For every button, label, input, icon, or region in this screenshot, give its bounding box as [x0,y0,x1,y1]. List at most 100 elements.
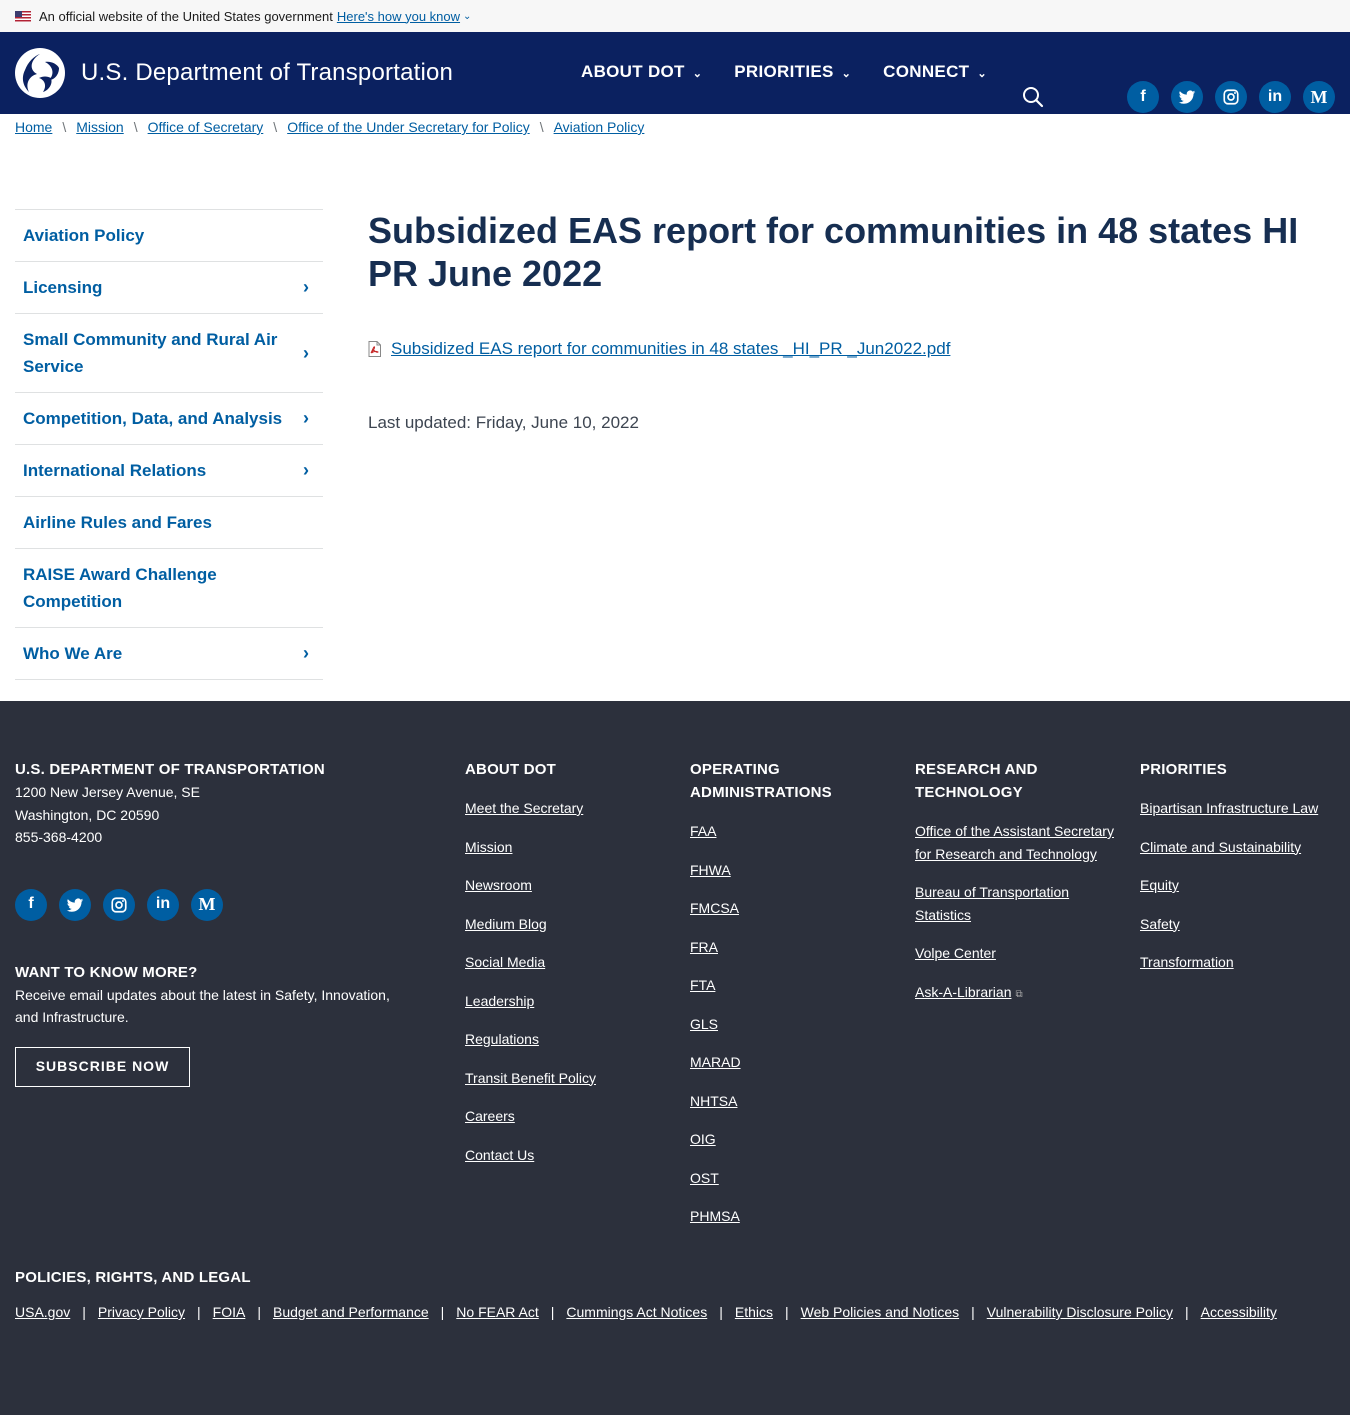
policy-link[interactable]: Cummings Act Notices [566,1304,707,1320]
pdf-download-link[interactable]: Subsidized EAS report for communities in… [391,339,950,359]
policy-link[interactable]: FOIA [213,1304,246,1320]
policy-link[interactable]: Ethics [735,1304,773,1320]
chevron-right-icon[interactable]: › [303,457,315,484]
footer-link[interactable]: Mission [465,839,512,855]
main-content: Subsidized EAS report for communities in… [368,209,1318,433]
linkedin-icon[interactable]: in [147,888,179,921]
footer-link[interactable]: GLS [690,1016,718,1032]
footer-link[interactable]: FHWA [690,862,731,878]
sidebar-item-raise-award[interactable]: RAISE Award Challenge Competition [15,549,323,628]
footer-heading-operating: OPERATING ADMINISTRATIONS [690,761,832,801]
footer-link[interactable]: Safety [1140,916,1180,932]
policy-link[interactable]: Privacy Policy [98,1304,185,1320]
last-updated: Last updated: Friday, June 10, 2022 [368,413,639,432]
footer-link[interactable]: MARAD [690,1054,741,1070]
breadcrumb-aviation-policy[interactable]: Aviation Policy [554,119,645,135]
breadcrumb-mission[interactable]: Mission [76,119,123,135]
policy-link[interactable]: Budget and Performance [273,1304,429,1320]
sidebar-item-small-community[interactable]: Small Community and Rural Air Service › [15,314,323,393]
sidebar-item-competition[interactable]: Competition, Data, and Analysis › [15,393,323,445]
policy-link[interactable]: Accessibility [1201,1304,1277,1320]
facebook-icon[interactable]: f [1127,81,1159,113]
chevron-right-icon[interactable]: › [303,340,315,367]
subscribe-button[interactable]: SUBSCRIBE NOW [15,1046,190,1087]
footer-link[interactable]: FTA [690,977,715,993]
breadcrumb-office-of-secretary[interactable]: Office of Secretary [148,119,264,135]
search-icon[interactable] [1022,86,1044,108]
footer-link[interactable]: Ask-A-Librarian [915,984,1011,1000]
chevron-right-icon[interactable]: › [303,274,315,301]
footer-link[interactable]: Bureau of Transportation Statistics [915,884,1069,923]
chevron-down-icon[interactable]: ⌄ [463,11,471,22]
footer-link[interactable]: NHTSA [690,1093,737,1109]
instagram-icon[interactable] [103,888,135,921]
footer-link[interactable]: Leadership [465,993,534,1009]
sidebar-item-label: Small Community and Rural Air Service [23,330,278,376]
sidebar-item-airline-rules[interactable]: Airline Rules and Fares [15,497,323,549]
breadcrumb-under-secretary[interactable]: Office of the Under Secretary for Policy [287,119,530,135]
separator: | [784,1304,789,1320]
sidebar-item-who-we-are[interactable]: Who We Are › [15,628,323,680]
footer-policies: POLICIES, RIGHTS, AND LEGAL USA.gov | Pri… [15,1266,1277,1320]
footer-link[interactable]: Bipartisan Infrastructure Law [1140,800,1318,816]
sidebar-item-aviation-policy[interactable]: Aviation Policy [15,210,323,262]
footer-link[interactable]: PHMSA [690,1208,740,1224]
linkedin-icon[interactable]: in [1259,81,1291,113]
twitter-icon[interactable] [59,888,91,921]
footer-link[interactable]: Medium Blog [465,916,547,932]
gov-banner: An official website of the United States… [0,0,1350,32]
footer-link[interactable]: Equity [1140,877,1179,893]
dot-logo-icon [15,48,65,98]
footer-link[interactable]: Contact Us [465,1147,534,1163]
twitter-icon[interactable] [1171,81,1203,113]
footer-contact: U.S. DEPARTMENT OF TRANSPORTATION 1200 N… [15,758,415,1087]
footer-link[interactable]: Newsroom [465,877,532,893]
footer-link[interactable]: Volpe Center [915,945,996,961]
footer-link[interactable]: OST [690,1170,719,1186]
chevron-right-icon[interactable]: › [303,640,315,667]
footer-link[interactable]: FMCSA [690,900,739,916]
instagram-icon[interactable] [1215,81,1247,113]
separator: | [971,1304,975,1320]
page-title: Subsidized EAS report for communities in… [368,210,1299,294]
footer-link[interactable]: Transformation [1140,954,1234,970]
footer-link[interactable]: Careers [465,1108,515,1124]
footer-heading-about: ABOUT DOT [465,761,556,778]
nav-connect[interactable]: CONNECT ⌄ [883,62,987,82]
breadcrumb-home[interactable]: Home [15,119,52,135]
footer-link[interactable]: FAA [690,823,716,839]
site-logo[interactable]: U.S. Department of Transportation [15,48,453,98]
policy-link[interactable]: No FEAR Act [456,1304,538,1320]
pdf-file-icon [368,341,381,357]
chevron-down-icon: ⌄ [841,68,852,80]
separator: | [197,1304,201,1320]
policy-link[interactable]: Vulnerability Disclosure Policy [987,1304,1173,1320]
policy-link[interactable]: USA.gov [15,1304,70,1320]
footer-link[interactable]: Regulations [465,1031,539,1047]
sidebar-item-label: Licensing [23,278,103,297]
policy-link[interactable]: Web Policies and Notices [801,1304,959,1320]
nav-priorities[interactable]: PRIORITIES ⌄ [734,62,851,82]
footer-priorities: PRIORITIES Bipartisan Infrastructure Law… [1140,758,1340,974]
footer-link[interactable]: Climate and Sustainability [1140,839,1301,855]
sidebar-item-label: Airline Rules and Fares [23,513,212,532]
medium-icon[interactable]: M [1303,81,1335,113]
chevron-right-icon[interactable]: › [303,405,315,432]
footer-link[interactable]: Office of the Assistant Secretary for Re… [915,823,1114,862]
breadcrumb-separator: \ [539,119,544,135]
separator: | [550,1304,555,1320]
footer-link[interactable]: Social Media [465,954,545,970]
facebook-icon[interactable]: f [15,888,47,921]
nav-about-dot[interactable]: ABOUT DOT ⌄ [581,62,702,82]
sidebar-item-licensing[interactable]: Licensing › [15,262,323,314]
footer-link[interactable]: Meet the Secretary [465,800,583,816]
heres-how-you-know-link[interactable]: Here's how you know [337,9,460,24]
footer-link[interactable]: Transit Benefit Policy [465,1070,596,1086]
separator: | [440,1304,445,1320]
sidebar-item-international[interactable]: International Relations › [15,445,323,497]
medium-icon[interactable]: M [191,888,223,921]
newsletter-section: WANT TO KNOW MORE? Receive email updates… [15,961,415,1087]
footer-link[interactable]: FRA [690,939,718,955]
footer-link[interactable]: OIG [690,1131,716,1147]
separator: | [719,1304,723,1320]
